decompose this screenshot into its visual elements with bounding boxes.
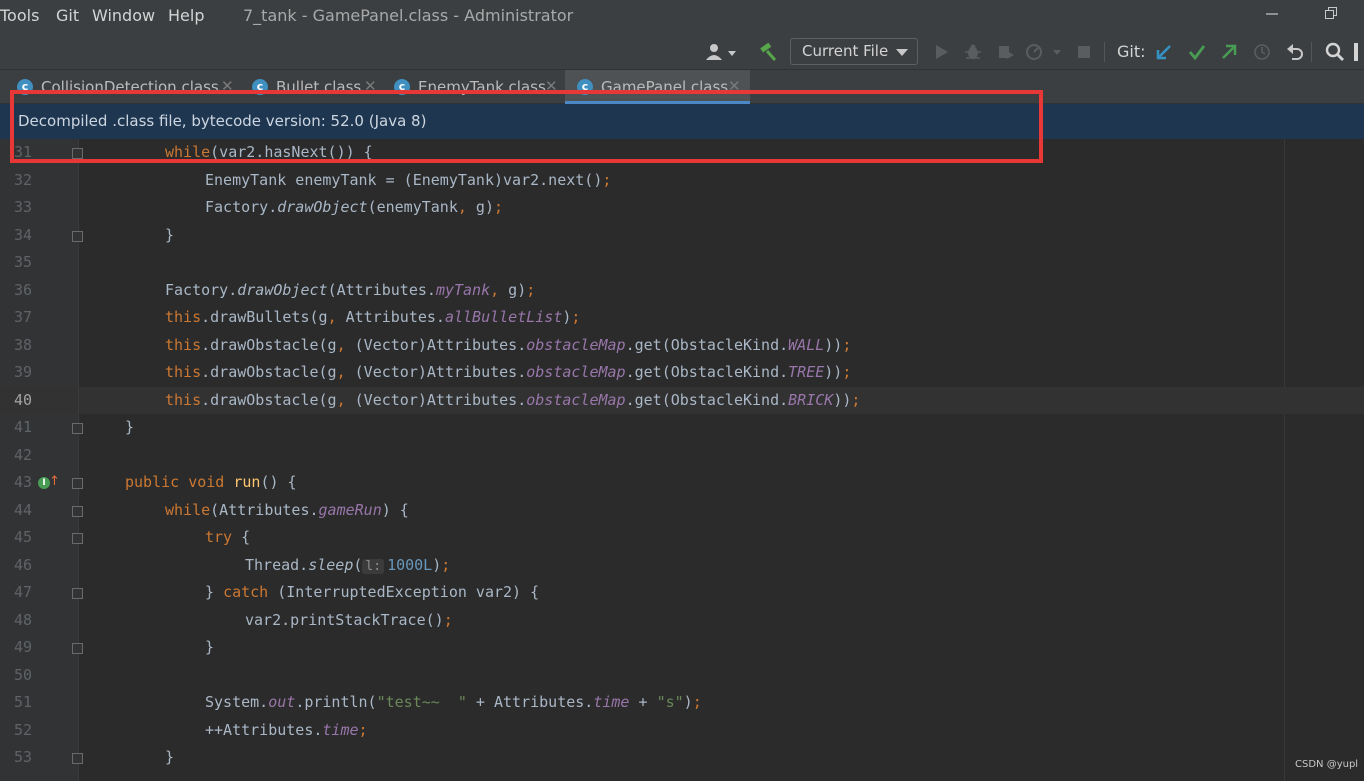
line-number: 37	[13, 308, 32, 326]
line-number: 41	[13, 418, 32, 436]
toolbar-overflow-icon[interactable]	[1350, 40, 1364, 64]
menu-help[interactable]: Help	[168, 6, 204, 25]
code-line: Factory.drawObject(enemyTank, g);	[205, 198, 504, 216]
code-line: }	[125, 418, 135, 436]
fold-marker-icon[interactable]	[72, 643, 83, 654]
parameter-hint: l:	[362, 559, 385, 574]
menu-git[interactable]: Git	[56, 6, 79, 25]
code-line: }	[165, 226, 175, 244]
line-number: 42	[13, 446, 32, 464]
code-line: Thread.sleep(l: 1000L);	[245, 556, 451, 574]
toolbar-separator	[1104, 42, 1105, 62]
history-icon[interactable]	[1249, 40, 1275, 64]
git-update-icon[interactable]	[1151, 40, 1177, 64]
fold-marker-icon[interactable]	[72, 478, 83, 489]
code-line: while(Attributes.gameRun) {	[165, 501, 409, 519]
git-push-icon[interactable]	[1216, 40, 1242, 64]
fold-marker-icon[interactable]	[72, 533, 83, 544]
code-line: }	[205, 638, 215, 656]
run-configuration-label: Current File	[802, 42, 889, 60]
watermark: CSDN @yupl	[1295, 759, 1359, 770]
fold-marker-icon[interactable]	[72, 588, 83, 599]
toolbar: Current File Git:	[0, 34, 1364, 70]
run-icon[interactable]	[928, 40, 954, 64]
line-number: 35	[13, 253, 32, 271]
code-line: } catch (InterruptedException var2) {	[205, 583, 540, 601]
coverage-icon[interactable]	[993, 40, 1019, 64]
line-number: 46	[13, 556, 32, 574]
line-number: 43	[13, 473, 32, 491]
line-number: 38	[13, 336, 32, 354]
git-commit-icon[interactable]	[1184, 40, 1210, 64]
code-line: }	[165, 748, 175, 766]
line-number: 39	[13, 363, 32, 381]
build-hammer-icon[interactable]	[755, 40, 781, 64]
line-number: 52	[13, 721, 32, 739]
code-line: this.drawObstacle(g, (Vector)Attributes.…	[165, 336, 852, 354]
code-line: var2.printStackTrace();	[245, 611, 453, 629]
menu-bar: Tools Git Window Help 7_tank - GamePanel…	[0, 0, 1364, 34]
line-number: 44	[13, 501, 32, 519]
code-line: this.drawBullets(g, Attributes.allBullet…	[165, 308, 581, 326]
debug-icon[interactable]	[960, 40, 986, 64]
code-line: this.drawObstacle(g, (Vector)Attributes.…	[165, 363, 852, 381]
fold-marker-icon[interactable]	[72, 231, 83, 242]
right-margin-guide	[1284, 139, 1285, 781]
fold-marker-icon[interactable]	[72, 753, 83, 764]
search-icon[interactable]	[1322, 40, 1348, 64]
menu-window[interactable]: Window	[92, 6, 155, 25]
red-highlight-box	[10, 90, 1043, 163]
git-label: Git:	[1117, 42, 1146, 61]
restore-window-icon[interactable]	[1316, 4, 1346, 28]
line-number: 50	[13, 666, 32, 684]
fold-marker-icon[interactable]	[72, 506, 83, 517]
line-number: 51	[13, 693, 32, 711]
code-line: try {	[205, 528, 251, 546]
line-number: 34	[13, 226, 32, 244]
fold-marker-icon[interactable]	[72, 423, 83, 434]
window-title: 7_tank - GamePanel.class - Administrator	[243, 6, 574, 25]
line-number: 49	[13, 638, 32, 656]
override-arrow-icon: ↑	[49, 474, 60, 489]
minimize-icon[interactable]	[1257, 4, 1287, 28]
code-line: public void run() {	[125, 473, 297, 491]
code-line: Factory.drawObject(Attributes.myTank, g)…	[165, 281, 536, 299]
rollback-icon[interactable]	[1282, 40, 1308, 64]
line-number: 32	[13, 171, 32, 189]
menu-tools[interactable]: Tools	[0, 6, 39, 25]
line-number: 33	[13, 198, 32, 216]
code-editor[interactable]: 31 32 33 34 35 36 37 38 39 40 41 42 43 4…	[0, 139, 1364, 781]
run-configuration-select[interactable]: Current File	[790, 38, 918, 65]
user-icon[interactable]	[700, 40, 738, 64]
code-line: System.out.println("test~~ " + Attribute…	[205, 693, 702, 711]
line-number: 47	[13, 583, 32, 601]
profile-icon[interactable]	[1024, 40, 1064, 64]
chevron-down-icon	[896, 49, 908, 56]
code-line: EnemyTank enemyTank = (EnemyTank)var2.ne…	[205, 171, 612, 189]
stop-icon[interactable]	[1071, 40, 1097, 64]
line-number: 36	[13, 281, 32, 299]
code-line: ++Attributes.time;	[205, 721, 368, 739]
toolbar-separator	[1311, 42, 1312, 62]
code-line-current: this.drawObstacle(g, (Vector)Attributes.…	[165, 391, 861, 409]
line-number: 45	[13, 528, 32, 546]
line-number: 48	[13, 611, 32, 629]
line-number: 53	[13, 748, 32, 766]
line-number-current: 40	[13, 391, 32, 409]
